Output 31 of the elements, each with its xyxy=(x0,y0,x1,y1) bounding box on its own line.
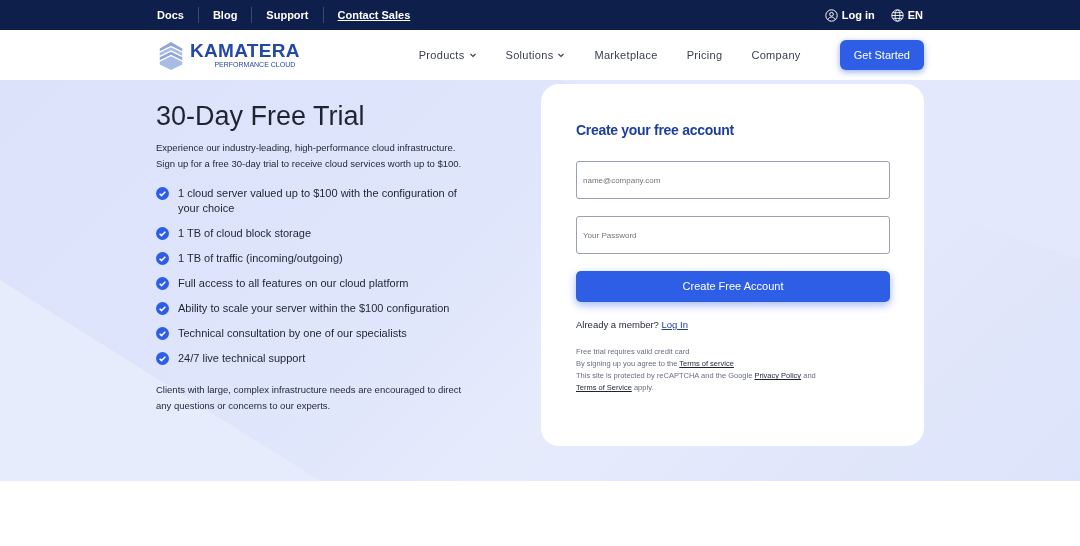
note-text: Clients with large, complex infrastructure needs are encouraged to direct any questions or concerns to our experts. xyxy=(156,383,463,414)
create-account-button[interactable]: Create Free Account xyxy=(576,271,890,302)
email-field[interactable]: name@company.com xyxy=(576,161,890,199)
feature-text: 24/7 live technical support xyxy=(178,351,306,367)
login-link[interactable]: Log in xyxy=(841,6,875,24)
get-started-button[interactable]: Get Started xyxy=(839,39,924,71)
top-link[interactable]: Support xyxy=(266,6,309,24)
user-icon xyxy=(824,8,838,22)
nav-link[interactable]: Company xyxy=(751,46,801,64)
member-text: Already a member? xyxy=(576,319,659,330)
nav-link[interactable]: Products xyxy=(418,46,465,64)
nav-link[interactable]: Pricing xyxy=(686,46,723,64)
feature-text: 1 cloud server valued up to $100 with the configuration of your choice xyxy=(178,186,458,217)
page-title: 30-Day Free Trial xyxy=(156,100,366,133)
contact-link[interactable]: Contact Sales xyxy=(337,6,411,24)
feature-text: Technical consultation by one of our specialists xyxy=(178,326,407,342)
form-title: Create your free account xyxy=(576,121,735,140)
feature-text: 1 TB of cloud block storage xyxy=(178,226,312,242)
password-field[interactable]: Your Password xyxy=(576,216,890,254)
intro-text: Experience our industry-leading, high-performance cloud infrastructure. Sign up for a free 30-day trial to receive cloud services worth up to $100. xyxy=(156,141,463,172)
link[interactable]: Log In xyxy=(661,319,688,330)
top-link[interactable]: Docs xyxy=(157,6,184,24)
feature-text: Ability to scale your server within the $100 configuration xyxy=(178,301,450,317)
globe-icon xyxy=(890,8,904,22)
top-link[interactable]: Blog xyxy=(212,6,238,24)
feature-text: Full access to all features on our cloud platform xyxy=(178,276,409,292)
nav-link[interactable]: Solutions xyxy=(505,46,554,64)
nav-link[interactable]: Marketplace xyxy=(594,46,658,64)
logo-wordmark: KAMATERA xyxy=(190,41,300,60)
feature-text: 1 TB of traffic (incoming/outgoing) xyxy=(178,251,343,267)
language-selector[interactable]: EN xyxy=(907,6,923,24)
